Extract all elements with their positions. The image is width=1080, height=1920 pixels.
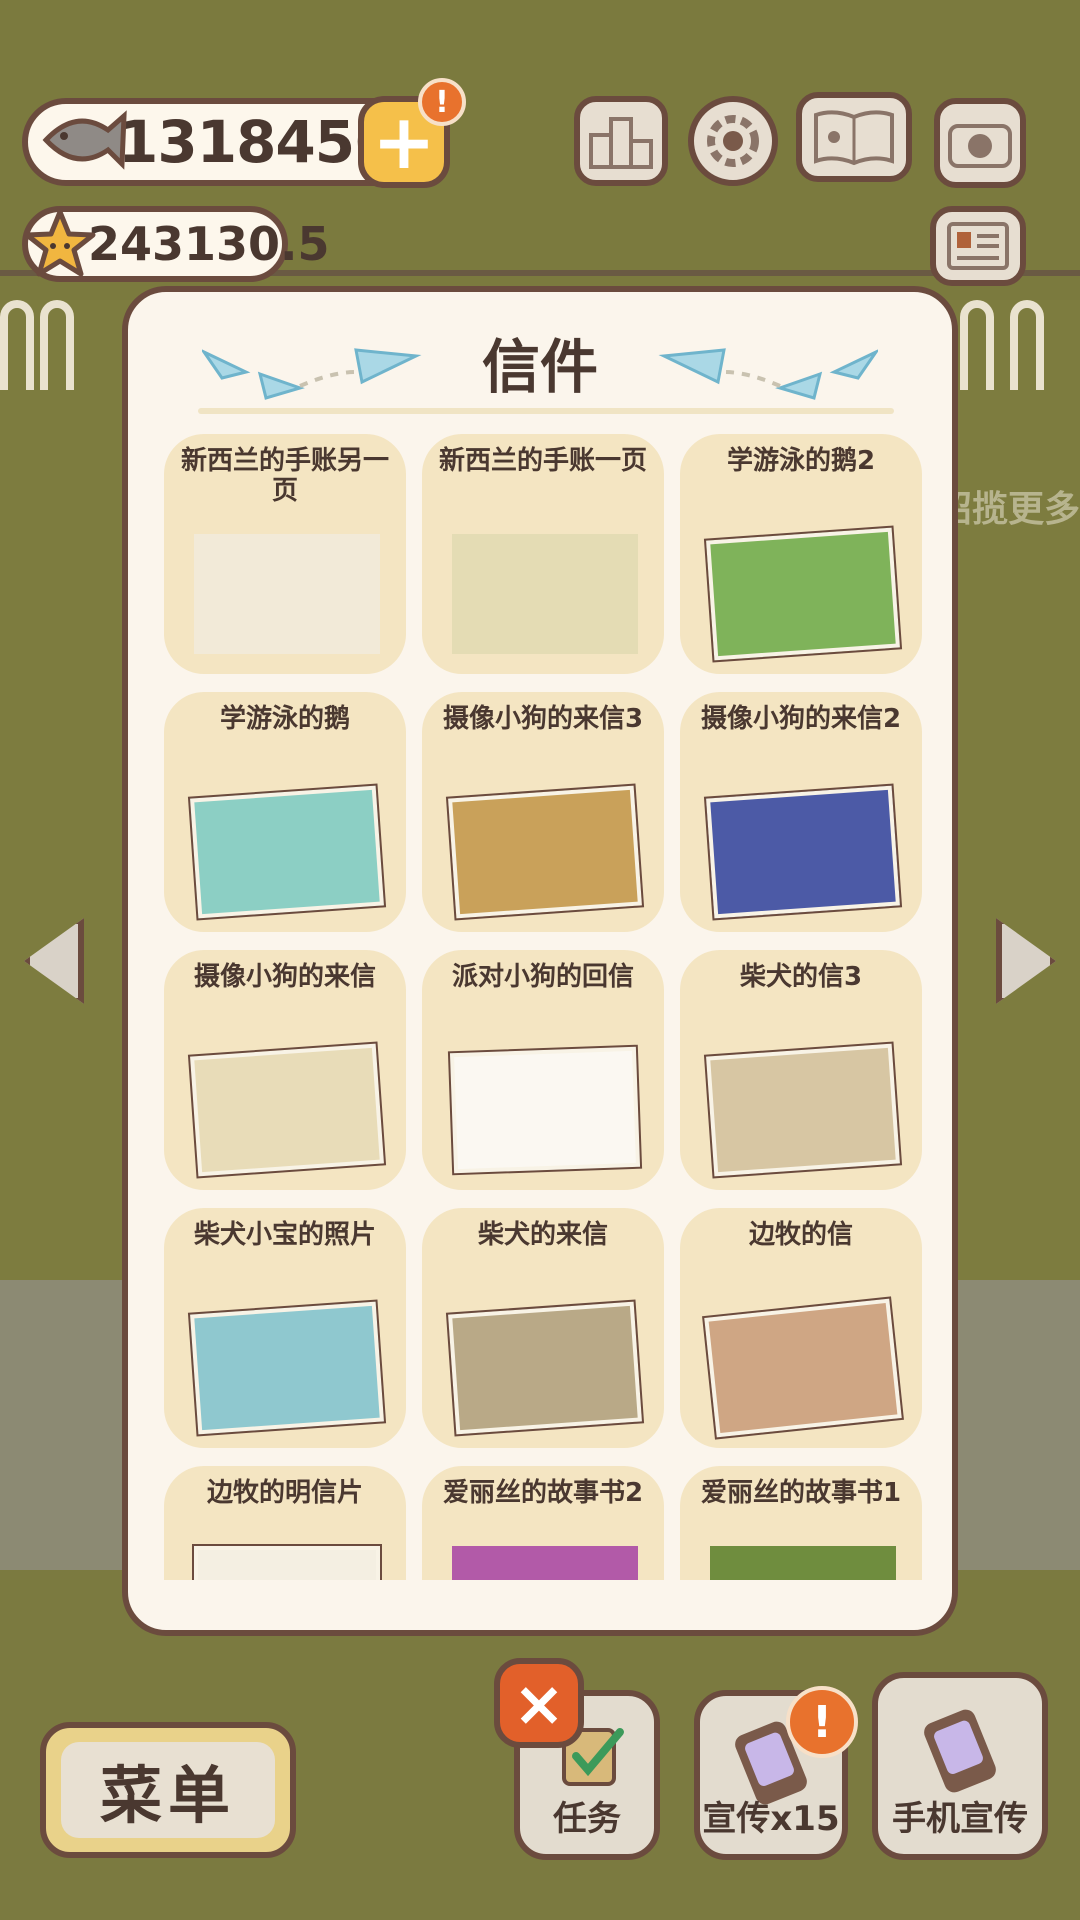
fence-post [960,300,994,390]
letter-title: 摄像小狗的来信2 [700,704,902,734]
phone-icon [921,1706,999,1796]
settings-button[interactable] [688,96,778,186]
letter-illustration [452,1546,638,1580]
letter-card[interactable]: 柴犬的信3 [680,950,922,1190]
letters-panel: 信件 新西兰的手账另一页 新西兰的手账一页 学游泳的鹅2 学游泳的鹅 摄像小狗的… [122,286,958,1636]
letter-card[interactable]: 学游泳的鹅2 [680,434,922,674]
arrow-right-icon[interactable] [996,918,1056,1004]
letter-card[interactable]: 爱丽丝的故事书2 [422,1466,664,1580]
promo-label: 宣传x15 [702,1799,840,1839]
settings-gear-icon [707,115,759,167]
camera-button[interactable] [934,98,1026,188]
tasks-label: 任务 [553,1799,621,1839]
menu-label: 菜单 [61,1742,275,1838]
letter-photo [445,783,645,921]
letter-title: 摄像小狗的来信3 [442,704,644,734]
phone-promo-button[interactable]: 手机宣传 [872,1672,1048,1860]
album-button[interactable] [796,92,912,182]
letter-title: 新西兰的手账一页 [438,446,647,476]
close-button[interactable]: × [494,1658,584,1748]
letter-card[interactable]: 边牧的明信片 [164,1466,406,1580]
letter-card[interactable]: 新西兰的手账一页 [422,434,664,674]
letter-card[interactable]: 边牧的信 [680,1208,922,1448]
letter-illustration [194,534,380,654]
letter-title: 边牧的信 [748,1220,853,1250]
fence-post [0,300,34,390]
letter-illustration [710,1546,896,1580]
letters-grid: 新西兰的手账另一页 新西兰的手账一页 学游泳的鹅2 学游泳的鹅 摄像小狗的来信3… [164,434,924,1580]
letter-photo [445,1299,645,1437]
letter-title: 爱丽丝的故事书1 [700,1478,902,1508]
letter-title: 派对小狗的回信 [451,962,634,992]
letter-title: 新西兰的手账另一页 [180,446,389,506]
letter-title: 柴犬的信3 [739,962,863,992]
letter-card[interactable]: 派对小狗的回信 [422,950,664,1190]
star-currency-pill: 243130.5 [22,206,330,282]
plus-alert-badge: ! [418,78,466,126]
ranking-icon [589,117,653,169]
letter-title: 边牧的明信片 [206,1478,363,1508]
letter-title: 爱丽丝的故事书2 [442,1478,644,1508]
fence-post [40,300,74,390]
star-currency-value: 243130.5 [88,217,330,271]
letter-title: 摄像小狗的来信 [193,962,376,992]
menu-button[interactable]: 菜单 [40,1722,296,1858]
letter-title: 柴犬小宝的照片 [193,1220,376,1250]
letter-card[interactable]: 摄像小狗的来信2 [680,692,922,932]
newspaper-button[interactable] [930,206,1026,286]
fish-icon [42,110,127,170]
letter-card[interactable]: 新西兰的手账另一页 [164,434,406,674]
letter-photo [703,1041,903,1179]
letter-photo [703,783,903,921]
letter-photo [702,1296,904,1440]
star-icon [24,209,96,277]
panel-divider [198,408,894,414]
letter-card[interactable]: 爱丽丝的故事书1 [680,1466,922,1580]
letter-photo [447,1044,643,1176]
fence-post [1010,300,1044,390]
letter-card[interactable]: 柴犬小宝的照片 [164,1208,406,1448]
letter-photo [187,1041,387,1179]
letter-photo [187,783,387,921]
arrow-left-icon[interactable] [24,918,84,1004]
ranking-button[interactable] [574,96,668,186]
letter-title: 柴犬的来信 [477,1220,608,1250]
promo-alert-badge: ! [786,1686,858,1758]
letter-illustration [452,534,638,654]
paper-plane-decoration-icon [658,348,878,400]
letter-card[interactable]: 学游泳的鹅 [164,692,406,932]
letter-card[interactable]: 柴犬的来信 [422,1208,664,1448]
letter-photo [703,525,903,663]
letter-photo [192,1544,382,1580]
letter-photo [187,1299,387,1437]
letter-card[interactable]: 摄像小狗的来信3 [422,692,664,932]
letter-title: 学游泳的鹅2 [726,446,876,476]
camera-icon [948,124,1012,168]
newspaper-icon [947,222,1009,270]
letter-title: 学游泳的鹅 [219,704,350,734]
letter-card[interactable]: 摄像小狗的来信 [164,950,406,1190]
paw-book-icon [814,110,894,166]
phone-promo-label: 手机宣传 [892,1799,1028,1839]
